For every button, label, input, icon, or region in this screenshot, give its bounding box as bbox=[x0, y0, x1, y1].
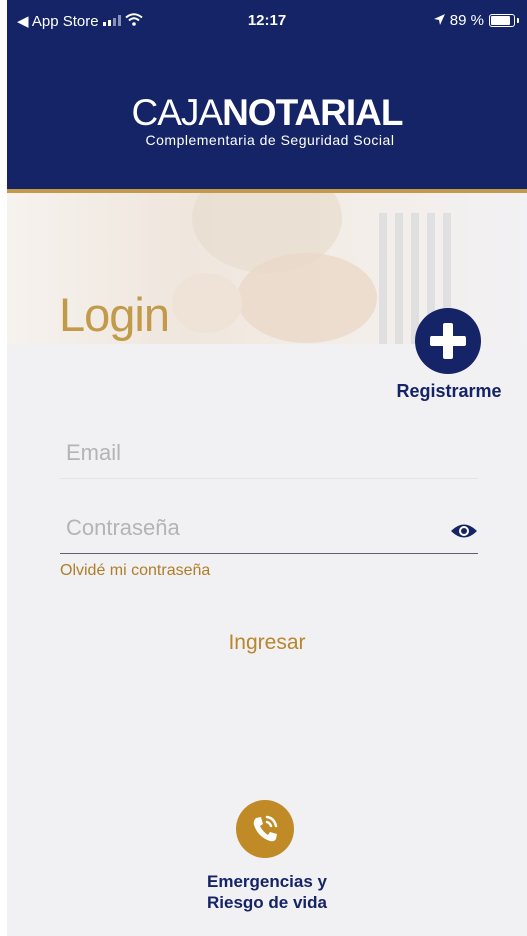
email-placeholder: Email bbox=[66, 440, 122, 465]
emergency-label[interactable]: Emergencias y Riesgo de vida bbox=[7, 871, 527, 913]
brand-subtitle: Complementaria de Seguridad Social bbox=[145, 132, 395, 148]
hero-shape bbox=[172, 273, 242, 333]
phone-ringing-icon bbox=[253, 815, 278, 842]
battery-percent: 89 % bbox=[449, 12, 484, 29]
battery-icon bbox=[489, 14, 515, 27]
password-placeholder: Contraseña bbox=[66, 515, 180, 540]
hero-stripe bbox=[395, 213, 403, 344]
hero-stripe bbox=[411, 213, 419, 344]
password-field[interactable]: Contraseña bbox=[60, 515, 478, 554]
brand-name: CAJANOTARIAL bbox=[7, 93, 527, 133]
forgot-password-link[interactable]: Olvidé mi contraseña bbox=[60, 562, 210, 580]
login-title: Login bbox=[59, 288, 170, 341]
email-field[interactable]: Email bbox=[60, 440, 478, 479]
plus-icon-vertical bbox=[443, 323, 453, 359]
app-screen: ◀ App Store 12:17 89 % CAJANOTARIAL Comp… bbox=[7, 0, 527, 936]
emergency-label-line1: Emergencias y bbox=[206, 872, 327, 891]
emergency-call-button[interactable] bbox=[236, 800, 294, 858]
location-arrow-icon bbox=[433, 12, 445, 29]
register-button[interactable] bbox=[415, 308, 481, 374]
show-password-eye-icon[interactable] bbox=[450, 522, 478, 540]
brand-name-light: CAJA bbox=[131, 92, 224, 133]
brand-name-bold: NOTARIAL bbox=[222, 92, 403, 133]
battery-tip bbox=[517, 18, 519, 23]
hero-shape bbox=[237, 253, 377, 343]
login-submit-button[interactable]: Ingresar bbox=[7, 631, 527, 655]
brand-logo: CAJANOTARIAL Complementaria de Seguridad… bbox=[7, 93, 527, 149]
header: ◀ App Store 12:17 89 % CAJANOTARIAL Comp… bbox=[7, 0, 527, 190]
register-label[interactable]: Registrarme bbox=[379, 381, 519, 402]
hero-stripe bbox=[379, 213, 387, 344]
status-bar-right: 89 % bbox=[433, 12, 519, 29]
emergency-label-line2: Riesgo de vida bbox=[207, 893, 327, 912]
